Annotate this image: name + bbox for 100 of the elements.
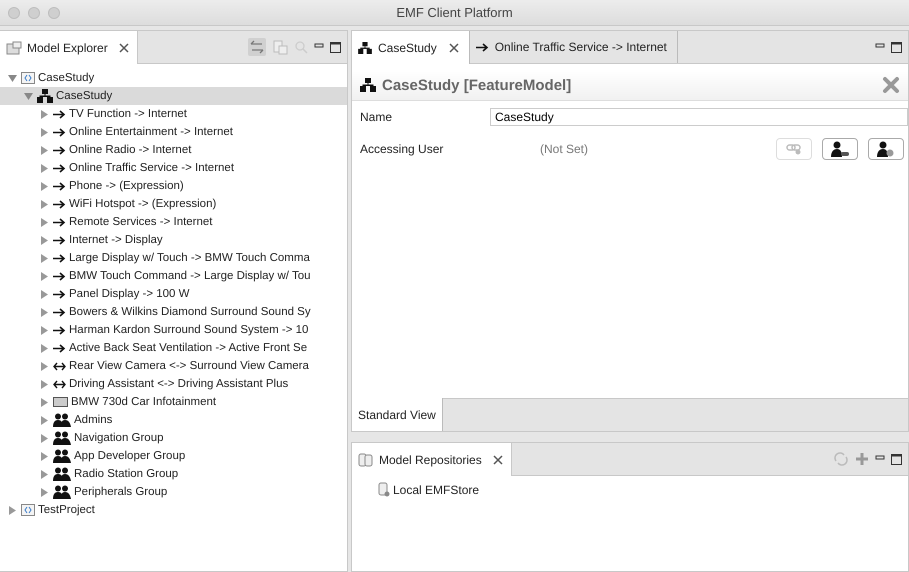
arrow-icon bbox=[53, 110, 66, 118]
editor-tab[interactable]: Online Traffic Service -> Internet bbox=[470, 31, 678, 63]
maximize-icon[interactable] bbox=[891, 454, 902, 464]
folder-icon bbox=[6, 40, 22, 54]
tree-item[interactable]: Online Entertainment -> Internet bbox=[0, 123, 347, 141]
arrow-icon bbox=[53, 308, 66, 316]
add-icon[interactable] bbox=[855, 452, 869, 466]
tree-item[interactable]: Radio Station Group bbox=[0, 465, 347, 483]
zoom-window-button[interactable] bbox=[48, 6, 60, 18]
arrow-icon bbox=[53, 128, 66, 136]
tree-item[interactable]: Harman Kardon Surround Sound System -> 10 bbox=[0, 321, 347, 339]
tree-item[interactable]: TV Function -> Internet bbox=[0, 105, 347, 123]
tree-item-label: BMW Touch Command -> Large Display w/ Tou bbox=[69, 270, 310, 282]
tree-item[interactable]: Remote Services -> Internet bbox=[0, 213, 347, 231]
tree-item-label: TestProject bbox=[38, 504, 95, 516]
tree-item[interactable]: TestProject bbox=[0, 501, 347, 519]
tree-item-label: Harman Kardon Surround Sound System -> 10 bbox=[69, 324, 308, 336]
add-user-button[interactable] bbox=[868, 138, 904, 160]
model-repositories-tab[interactable]: Model Repositories bbox=[352, 443, 512, 476]
users-icon bbox=[53, 449, 71, 463]
tree-item[interactable]: Driving Assistant <-> Driving Assistant Plus bbox=[0, 375, 347, 393]
tree-item-label: Admins bbox=[74, 414, 112, 426]
hierarchy-icon bbox=[360, 78, 376, 92]
tree-item[interactable]: Navigation Group bbox=[0, 429, 347, 447]
reference-value: (Not Set) bbox=[540, 142, 588, 156]
minimize-window-button[interactable] bbox=[28, 6, 40, 18]
project-icon bbox=[21, 504, 35, 516]
tree-item[interactable]: Active Back Seat Ventilation -> Active Front Se bbox=[0, 339, 347, 357]
tree-item-label: Internet -> Display bbox=[69, 234, 163, 246]
users-icon bbox=[53, 485, 71, 499]
tree-item[interactable]: Large Display w/ Touch -> BMW Touch Comma bbox=[0, 249, 347, 267]
tree-item-label: Large Display w/ Touch -> BMW Touch Comma bbox=[69, 252, 310, 264]
close-icon[interactable] bbox=[448, 42, 459, 52]
close-icon[interactable] bbox=[492, 454, 503, 464]
tree-item-label: WiFi Hotspot -> (Expression) bbox=[69, 198, 216, 210]
tree-item-label: CaseStudy bbox=[38, 72, 94, 84]
tree-item[interactable]: CaseStudy bbox=[0, 87, 347, 105]
tree-item-label: Navigation Group bbox=[74, 432, 164, 444]
user-add-icon bbox=[876, 141, 896, 157]
maximize-icon[interactable] bbox=[330, 42, 341, 52]
tree-item[interactable]: CaseStudy bbox=[0, 69, 347, 87]
arrow-icon bbox=[53, 254, 66, 262]
arrow-icon bbox=[53, 344, 66, 352]
tree-item-label: App Developer Group bbox=[74, 450, 186, 462]
tree-item[interactable]: Bowers & Wilkins Diamond Surround Sound Sy bbox=[0, 303, 347, 321]
users-icon bbox=[53, 467, 71, 481]
tree-item-label: Active Back Seat Ventilation -> Active Front Se bbox=[69, 342, 308, 354]
expand-icon[interactable] bbox=[8, 506, 17, 514]
tree-item[interactable]: Online Radio -> Internet bbox=[0, 141, 347, 159]
tree-item-label: Panel Display -> 100 W bbox=[69, 288, 190, 300]
arrow-icon bbox=[53, 290, 66, 298]
double-arrow-icon bbox=[53, 362, 66, 370]
close-window-button[interactable] bbox=[8, 6, 20, 18]
tree-item-label: Online Radio -> Internet bbox=[69, 144, 192, 156]
tree-item[interactable]: App Developer Group bbox=[0, 447, 347, 465]
refresh-icon[interactable] bbox=[833, 451, 849, 467]
field-label: Accessing User bbox=[360, 142, 444, 156]
link-button[interactable] bbox=[776, 138, 812, 160]
tree-item-label: Online Entertainment -> Internet bbox=[69, 126, 233, 138]
link-user-button[interactable] bbox=[822, 138, 858, 160]
delete-icon[interactable] bbox=[882, 76, 900, 94]
maximize-icon[interactable] bbox=[891, 42, 902, 52]
field-label: Name bbox=[360, 110, 394, 124]
hierarchy-icon bbox=[37, 89, 53, 103]
arrow-icon bbox=[53, 326, 66, 334]
tree-item[interactable]: Rear View Camera <-> Surround View Camera bbox=[0, 357, 347, 375]
editor-tab[interactable]: CaseStudy bbox=[352, 31, 470, 64]
tree-item-label: Remote Services -> Internet bbox=[69, 216, 212, 228]
project-icon bbox=[21, 72, 35, 84]
tree-item-label: Rear View Camera <-> Surround View Camera bbox=[69, 360, 309, 372]
tree-item-label: CaseStudy bbox=[56, 90, 112, 102]
tree-item[interactable]: Peripherals Group bbox=[0, 483, 347, 501]
tree-item-label: Peripherals Group bbox=[74, 486, 168, 498]
arrow-icon bbox=[53, 218, 66, 226]
repository-item[interactable]: Local EMFStore bbox=[378, 482, 908, 497]
tree-item[interactable]: Panel Display -> 100 W bbox=[0, 285, 347, 303]
double-arrow-icon bbox=[53, 380, 66, 388]
link-arrows-icon[interactable] bbox=[248, 38, 266, 56]
name-field[interactable]: CaseStudy bbox=[490, 108, 908, 126]
tree-item[interactable]: BMW Touch Command -> Large Display w/ Tou bbox=[0, 267, 347, 285]
tree-item[interactable]: Internet -> Display bbox=[0, 231, 347, 249]
tree-item-label: Phone -> (Expression) bbox=[69, 180, 184, 192]
repositories-icon bbox=[358, 452, 374, 466]
model-explorer-tab[interactable]: Model Explorer bbox=[0, 31, 138, 64]
tree-item[interactable]: Admins bbox=[0, 411, 347, 429]
tree-item-label: Driving Assistant <-> Driving Assistant Plus bbox=[69, 378, 288, 390]
tree-item-label: TV Function -> Internet bbox=[69, 108, 187, 120]
tree-item[interactable]: Online Traffic Service -> Internet bbox=[0, 159, 347, 177]
users-icon bbox=[53, 413, 71, 427]
tree-item[interactable]: Phone -> (Expression) bbox=[0, 177, 347, 195]
tree-item[interactable]: WiFi Hotspot -> (Expression) bbox=[0, 195, 347, 213]
hierarchy-icon bbox=[358, 42, 372, 54]
tree-item[interactable]: BMW 730d Car Infotainment bbox=[0, 393, 347, 411]
arrow-icon bbox=[53, 164, 66, 172]
close-icon[interactable] bbox=[118, 42, 129, 52]
user-link-icon bbox=[830, 141, 850, 157]
standard-view-tab[interactable]: Standard View bbox=[352, 398, 443, 431]
arrow-icon bbox=[53, 146, 66, 154]
window-title: EMF Client Platform bbox=[396, 5, 513, 20]
arrow-icon bbox=[53, 182, 66, 190]
